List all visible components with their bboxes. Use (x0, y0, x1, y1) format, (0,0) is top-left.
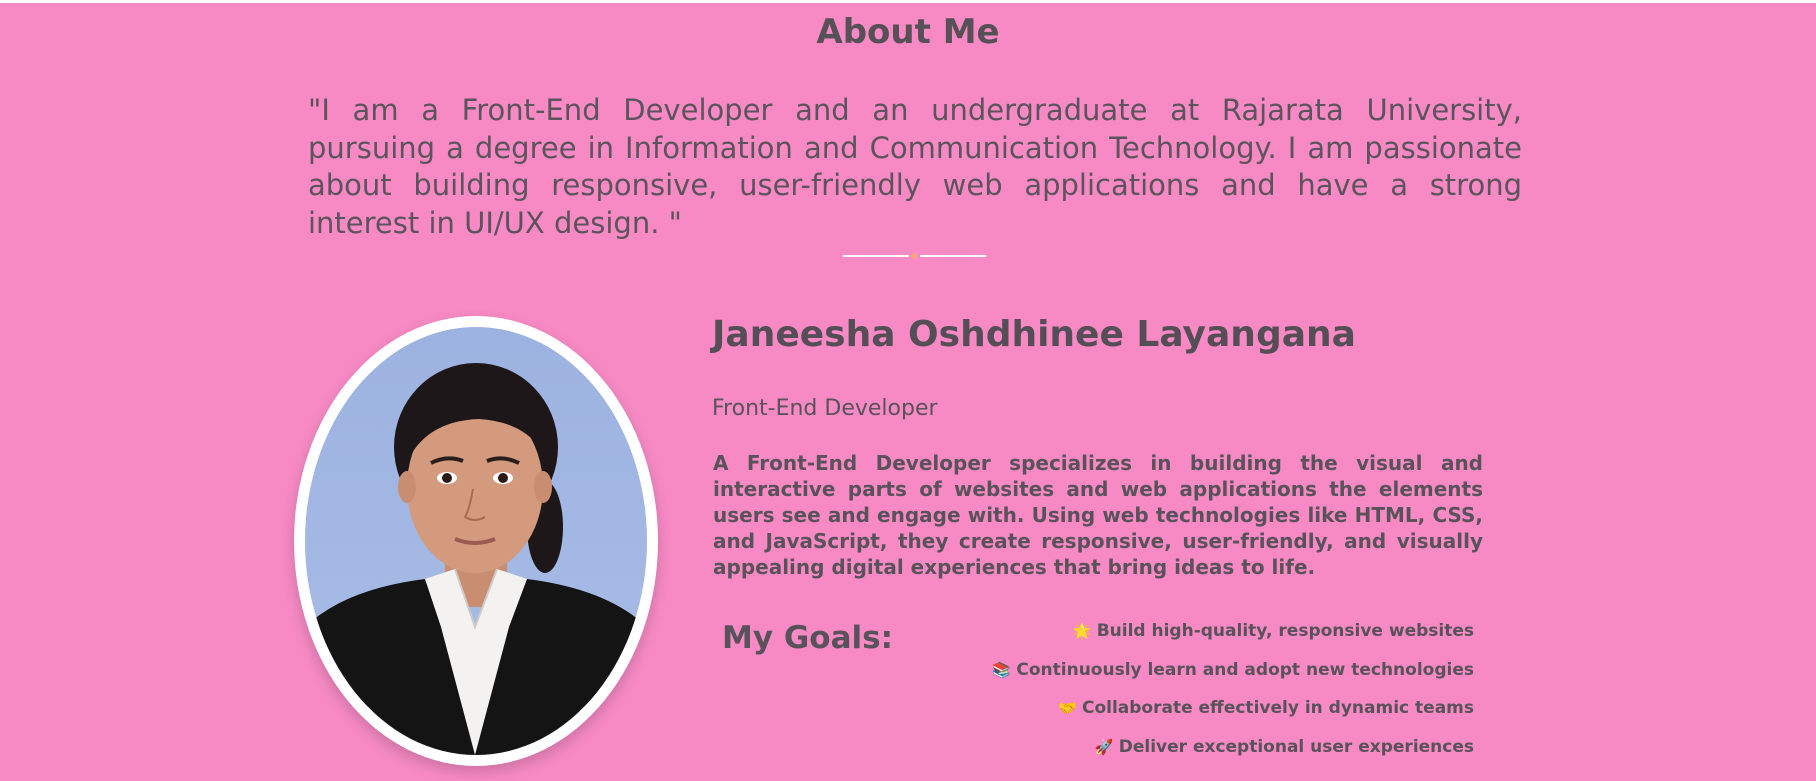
goals-title: My Goals: (722, 620, 893, 656)
profile-name: Janeesha Oshdhinee Layangana (712, 314, 1356, 355)
goal-text: Collaborate effectively in dynamic teams (1081, 698, 1474, 718)
goal-item: 🚀 Deliver exceptional user experiences (992, 732, 1474, 771)
profile-photo (294, 316, 658, 766)
goals-list: 🌟 Build high-quality, responsive websites… (992, 616, 1474, 770)
divider-line-left (843, 255, 909, 257)
divider-line-right (920, 255, 986, 257)
goal-text: Deliver exceptional user experiences (1118, 736, 1474, 757)
goal-item: 📚 Continuously learn and adopt new techno… (992, 655, 1474, 694)
section-title: About Me (816, 12, 1000, 52)
goal-text: Continuously learn and adopt new technol… (1016, 659, 1474, 680)
about-quote: "I am a Front-End Developer and an under… (308, 93, 1522, 240)
top-strip (0, 0, 1816, 3)
handshake-icon: 🤝 (1057, 699, 1077, 717)
section-divider (843, 253, 986, 259)
books-icon: 📚 (992, 660, 1012, 679)
profile-role: Front-End Developer (712, 396, 938, 421)
goal-item: 🤝 Collaborate effectively in dynamic team… (992, 693, 1474, 732)
profile-photo-image (305, 327, 647, 755)
goal-item: 🌟 Build high-quality, responsive websites (992, 616, 1474, 655)
divider-dot (911, 253, 917, 259)
sparkle-icon: 🌟 (1072, 622, 1092, 640)
rocket-icon: 🚀 (1094, 737, 1114, 756)
profile-description: A Front-End Developer specializes in bui… (713, 451, 1483, 579)
goal-text: Build high-quality, responsive websites (1096, 621, 1474, 641)
